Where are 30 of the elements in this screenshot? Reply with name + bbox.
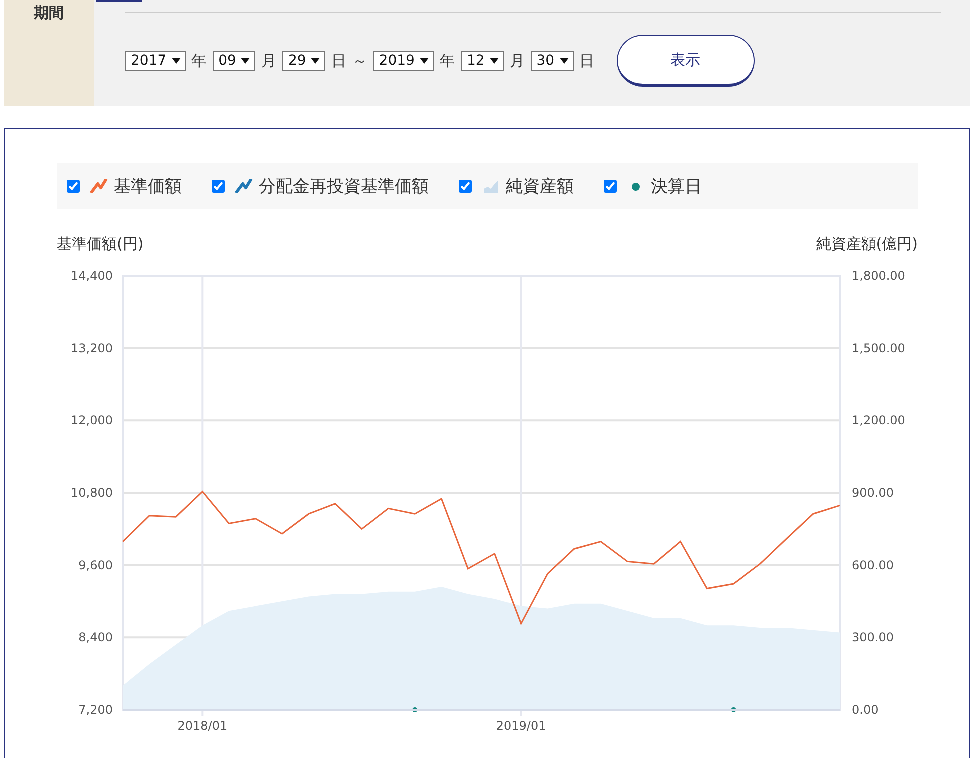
- axis-tick-label: 7,200: [78, 703, 113, 717]
- axis-title: 純資産額(億円): [816, 235, 918, 254]
- axis-tick-label: 8,400: [78, 630, 113, 645]
- axis-tick-label: 2019/01: [496, 719, 546, 733]
- axis-tick-label: 300.00: [852, 630, 894, 645]
- date-unit-label: ～: [352, 52, 368, 70]
- legend-label: 分配金再投資基準価額: [259, 176, 429, 198]
- axis-tick-label: 14,400: [71, 269, 113, 283]
- axis-tick-label: 2018/01: [178, 719, 228, 733]
- axis-tick-label: 900.00: [852, 486, 894, 500]
- axis-tick-label: 9,600: [78, 558, 113, 572]
- axis-tick-label: 12,000: [71, 414, 113, 428]
- axis-tick-label: 1,500.00: [852, 341, 906, 356]
- axis-tick-label: 0.00: [852, 703, 879, 717]
- legend-label: 決算日: [651, 176, 702, 198]
- date-unit-label: 年: [440, 52, 455, 70]
- period-label: 期間: [34, 4, 64, 24]
- date-unit-label: 月: [510, 52, 525, 70]
- date-unit-label: 日: [580, 52, 595, 70]
- axis-tick-label: 1,800.00: [852, 269, 906, 283]
- axis-tick-label: 600.00: [852, 558, 894, 572]
- legend-label: 純資産額: [506, 176, 574, 198]
- axis-title: 基準価額(円): [57, 235, 144, 254]
- axis-tick-label: 13,200: [71, 341, 113, 356]
- legend-label: 基準価額: [114, 176, 182, 198]
- date-unit-label: 日: [331, 52, 346, 70]
- date-unit-label: 年: [192, 52, 207, 70]
- axis-tick-label: 10,800: [71, 486, 113, 500]
- date-unit-label: 月: [261, 52, 276, 70]
- axis-tick-label: 1,200.00: [852, 414, 906, 428]
